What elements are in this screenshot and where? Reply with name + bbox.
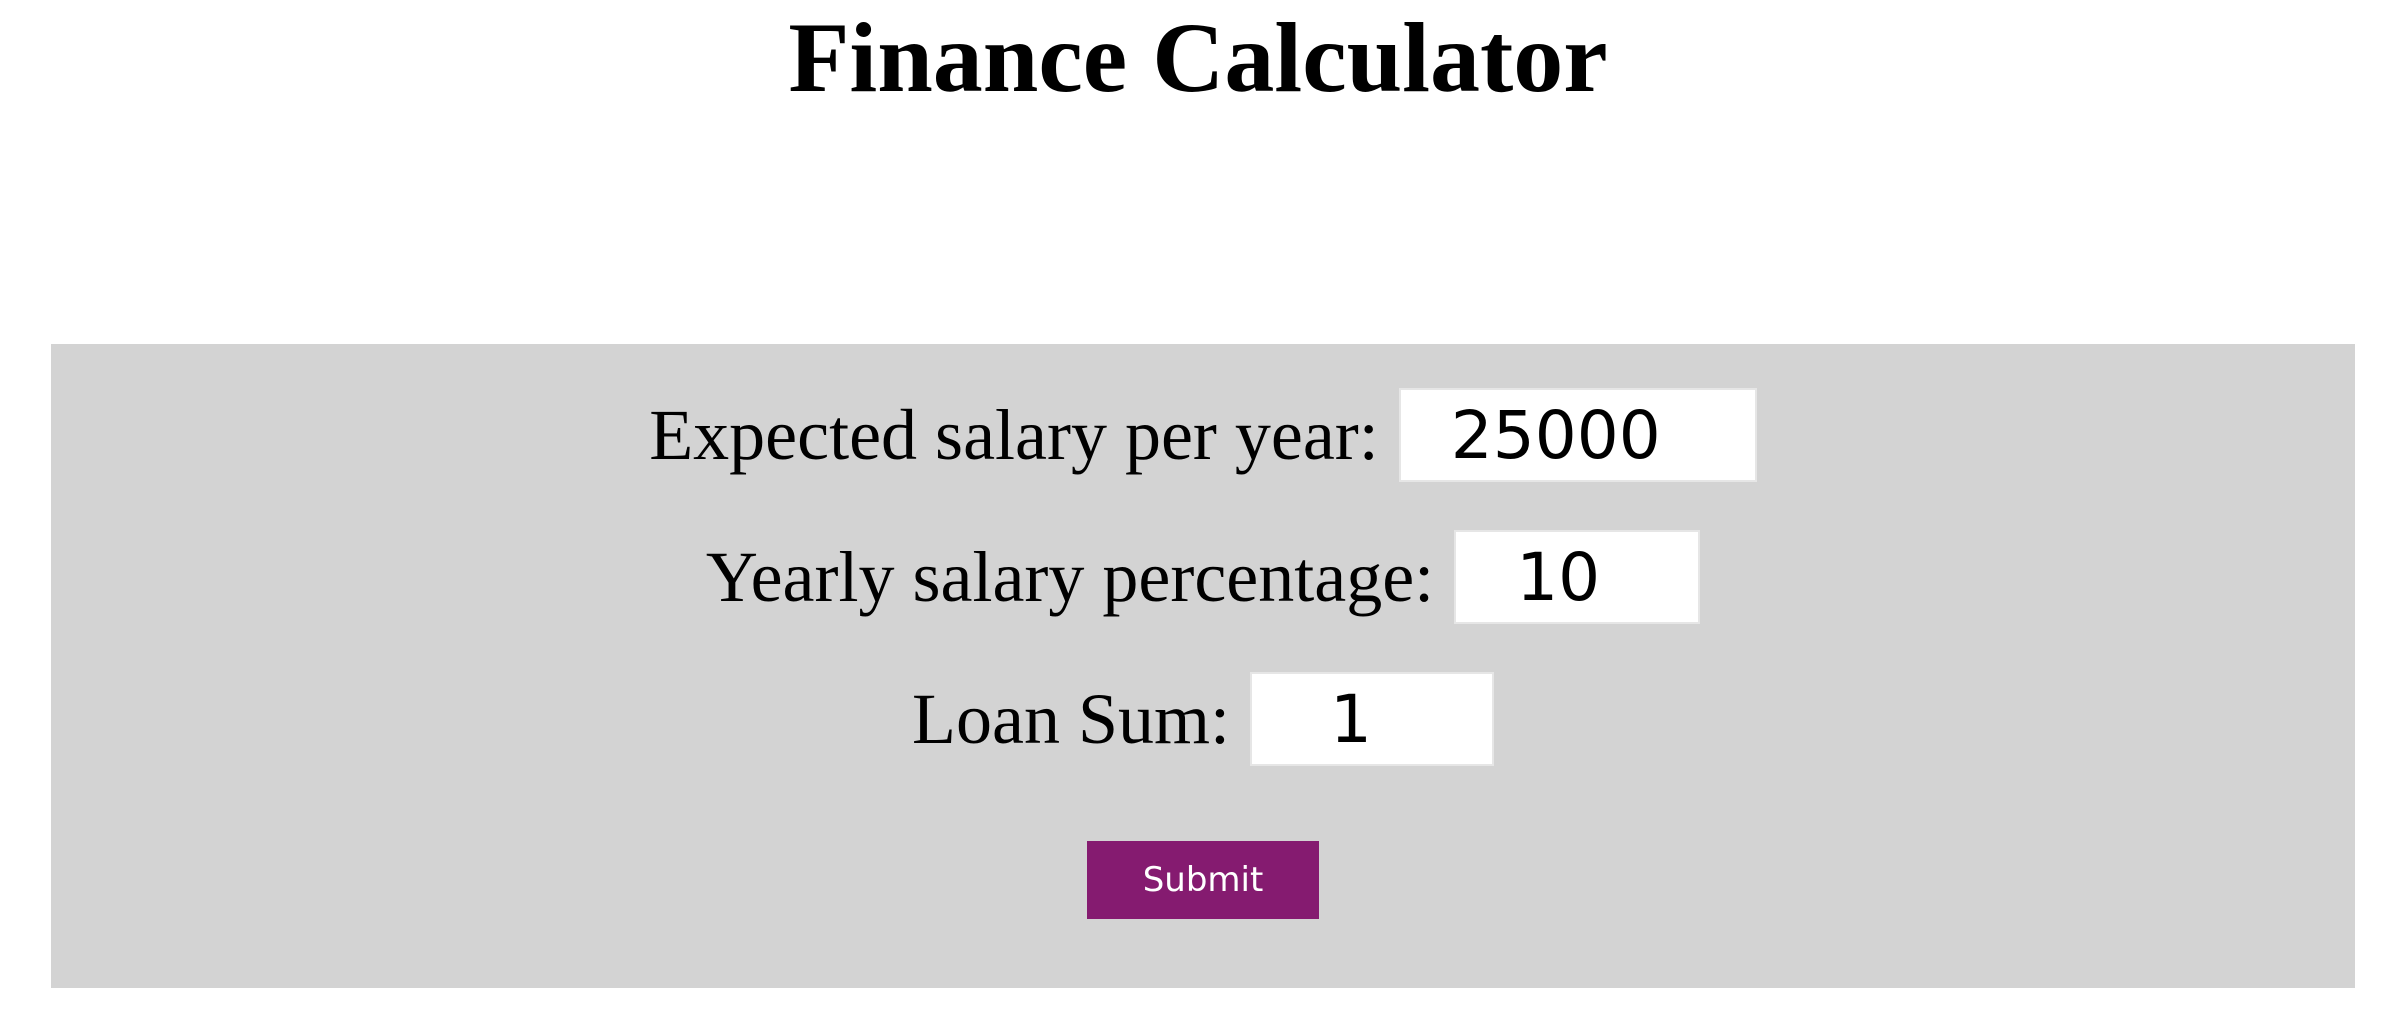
salary-label: Expected salary per year: (649, 395, 1379, 475)
loan-label: Loan Sum: (912, 679, 1230, 759)
percentage-input[interactable] (1454, 530, 1701, 624)
finance-form: Expected salary per year: Yearly salary … (51, 344, 2355, 988)
salary-input[interactable] (1398, 388, 1757, 482)
percentage-label: Yearly salary percentage: (705, 537, 1435, 617)
loan-input[interactable] (1250, 672, 1494, 766)
loan-row: Loan Sum: (51, 672, 2355, 766)
submit-button[interactable]: Submit (1087, 841, 1319, 919)
percentage-row: Yearly salary percentage: (51, 530, 2355, 624)
salary-row: Expected salary per year: (51, 388, 2355, 482)
page-title: Finance Calculator (788, 2, 1608, 113)
